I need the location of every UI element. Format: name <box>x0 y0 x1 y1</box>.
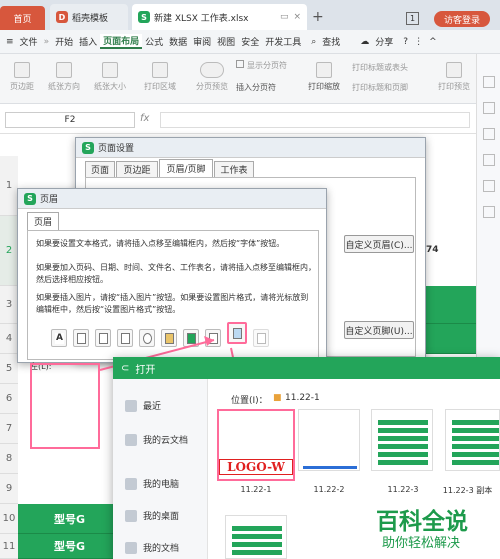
location-label: 位置(I)： <box>231 396 268 406</box>
file-name-4[interactable]: 11.22-3 副本 <box>435 485 500 496</box>
watermark-brand: 百科全说 <box>376 509 468 535</box>
file-thumb-2[interactable] <box>298 409 360 471</box>
current-folder[interactable]: 11.22-1 <box>285 393 320 403</box>
file-name-3[interactable]: 11.22-3 <box>363 485 443 494</box>
open-icon: ⊂ <box>121 362 130 374</box>
open-dialog-title: 打开 <box>135 364 156 376</box>
nav-recent-label: 最近 <box>143 402 162 412</box>
file-thumb-1[interactable]: LOGO-W <box>217 409 295 481</box>
file-name-2[interactable]: 11.22-2 <box>289 485 369 494</box>
nav-desktop[interactable]: 我的桌面 <box>125 509 179 522</box>
cloud-icon <box>125 433 137 446</box>
nav-desktop-label: 我的桌面 <box>143 512 180 522</box>
sheet-preview <box>378 420 428 468</box>
file-name-1[interactable]: 11.22-1 <box>216 485 296 494</box>
blue-bar <box>303 466 357 469</box>
open-dialog-nav: 最近 我的云文档 我的电脑 我的桌面 我的文档 <box>113 379 208 559</box>
open-dialog-titlebar: ⊂ 打开 <box>113 357 500 379</box>
arrow-head <box>204 336 214 346</box>
nav-cloud[interactable]: 我的云文档 <box>125 433 188 446</box>
nav-computer[interactable]: 我的电脑 <box>125 477 179 490</box>
nav-documents[interactable]: 我的文档 <box>125 541 179 554</box>
file-thumb-5[interactable] <box>225 515 287 559</box>
documents-icon <box>125 541 137 554</box>
desktop-icon <box>125 509 137 522</box>
nav-cloud-label: 我的云文档 <box>143 436 189 446</box>
watermark-sub: 助你轻松解决 <box>382 536 461 551</box>
folder-icon: ■ <box>273 393 282 403</box>
nav-computer-label: 我的电脑 <box>143 480 180 490</box>
file-thumb-3[interactable] <box>371 409 433 471</box>
sheet-preview <box>452 420 499 468</box>
clock-icon <box>125 399 137 412</box>
sheet-preview <box>232 526 282 558</box>
logo-text: LOGO-W <box>219 459 293 475</box>
file-thumb-4[interactable] <box>445 409 500 471</box>
computer-icon <box>125 477 137 490</box>
nav-documents-label: 我的文档 <box>143 544 180 554</box>
nav-recent[interactable]: 最近 <box>125 399 161 412</box>
watermark: 百科全说 助你轻松解决 <box>370 500 500 559</box>
